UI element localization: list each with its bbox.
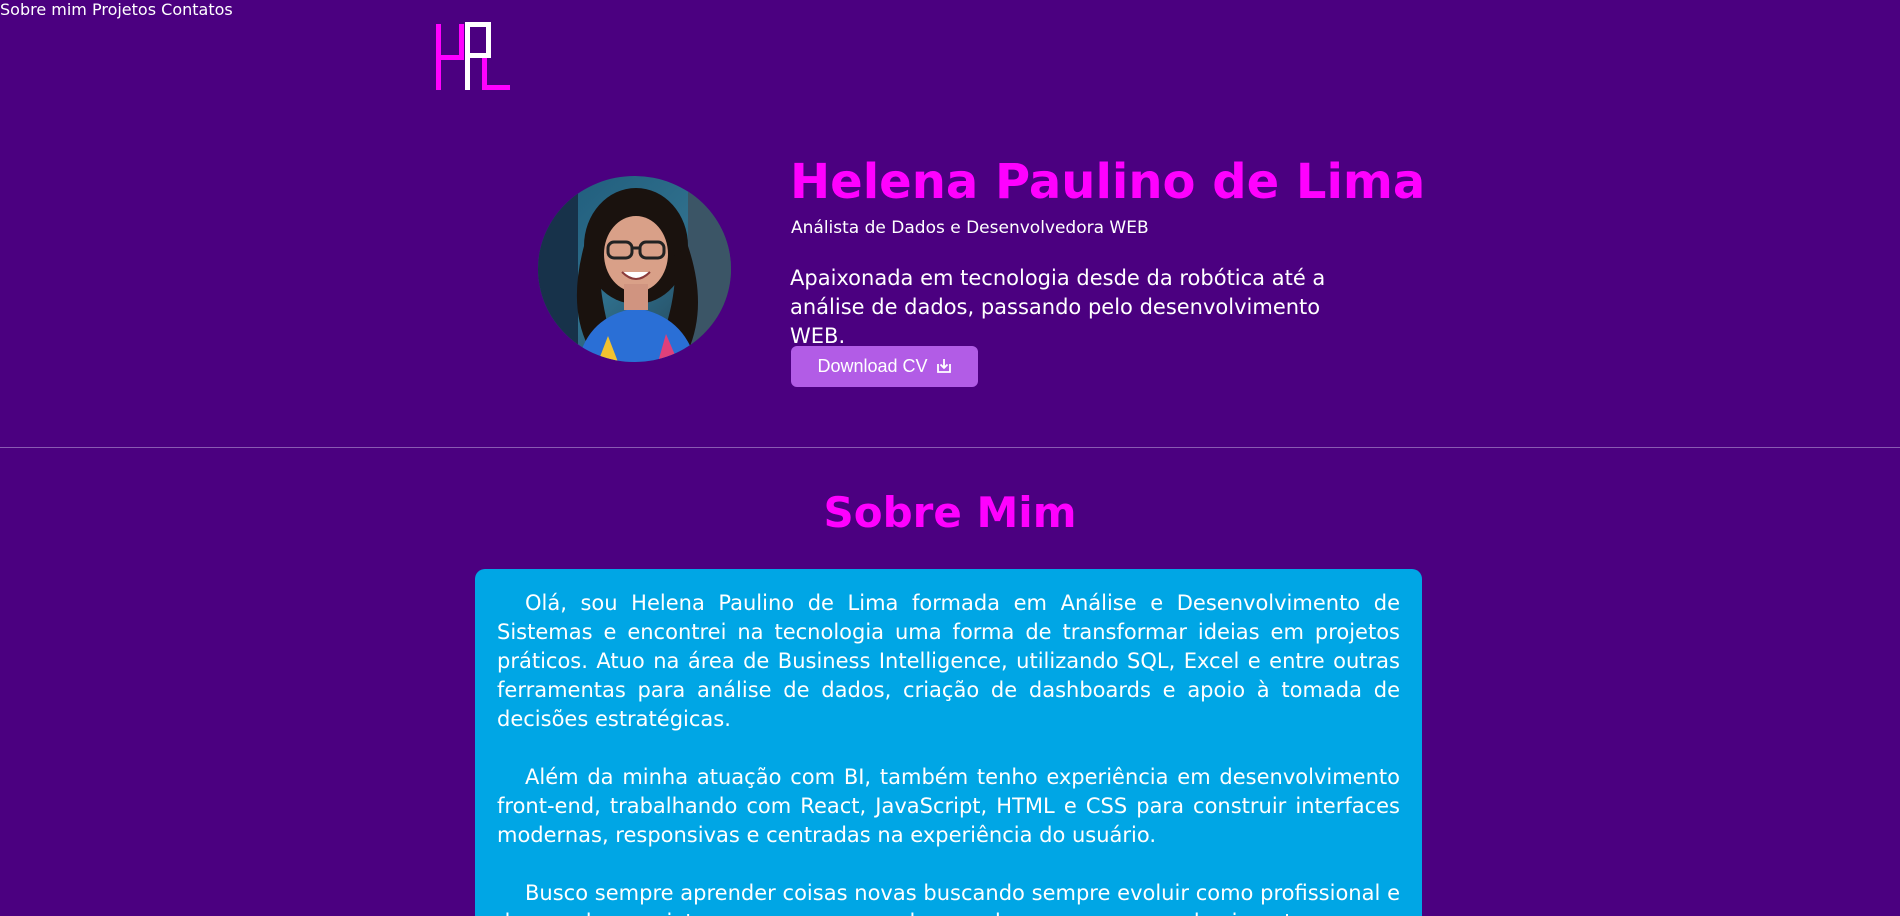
portfolio-page: Sobre mim Projetos Contatos Helena Pauli…: [0, 0, 1900, 916]
about-paragraph: Busco sempre aprender coisas novas busca…: [497, 881, 1400, 916]
nav-projetos[interactable]: Projetos: [92, 0, 156, 19]
hpl-monogram-logo[interactable]: [436, 22, 510, 92]
about-paragraph: Além da minha atuação com BI, também ten…: [497, 765, 1400, 847]
hero-name: Helena Paulino de Lima: [790, 154, 1426, 210]
profile-photo: [538, 176, 731, 362]
download-cv-button[interactable]: Download CV: [791, 346, 978, 387]
site-header: Sobre mim Projetos Contatos: [0, 0, 1900, 115]
nav-sobre-mim[interactable]: Sobre mim: [0, 0, 87, 19]
nav-contatos[interactable]: Contatos: [161, 0, 233, 19]
avatar: [538, 176, 731, 362]
download-icon: [936, 359, 951, 373]
about-box: Olá, sou Helena Paulino de Lima formada …: [475, 569, 1422, 916]
download-cv-label: Download CV: [817, 356, 928, 376]
section-divider: [0, 447, 1900, 448]
main-nav: Sobre mim Projetos Contatos: [0, 0, 1900, 19]
about-paragraph: Olá, sou Helena Paulino de Lima formada …: [497, 591, 1400, 731]
hero-role: Análista de Dados e Desenvolvedora WEB: [791, 218, 1149, 238]
about-title: Sobre Mim: [823, 488, 1077, 537]
hero-description: Apaixonada em tecnologia desde da robóti…: [790, 266, 1326, 348]
